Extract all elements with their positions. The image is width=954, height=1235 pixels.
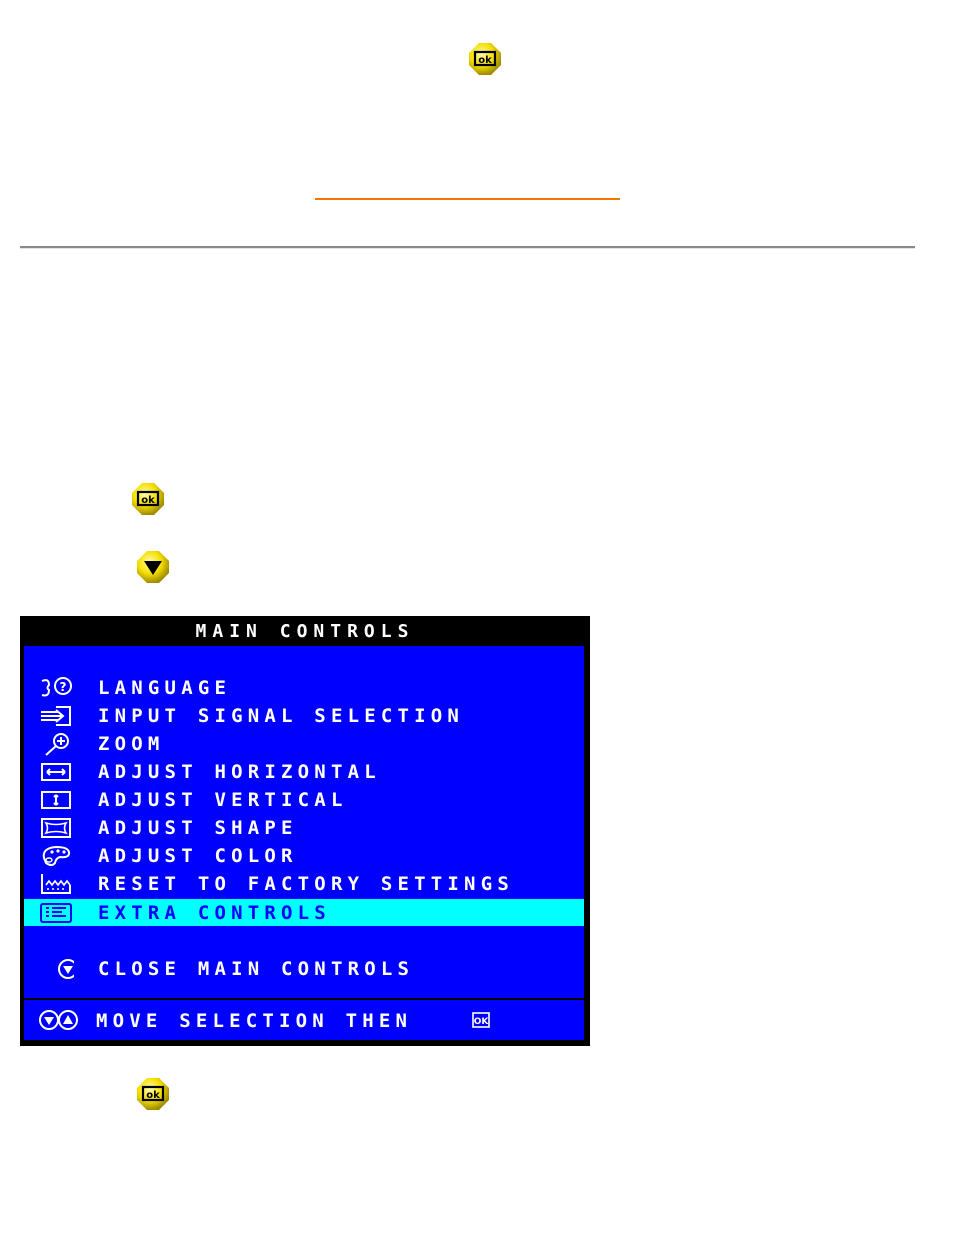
input-signal-icon bbox=[41, 706, 71, 726]
osd-item-extra-controls[interactable]: EXTRA CONTROLS bbox=[24, 899, 584, 926]
color-palette-icon bbox=[42, 845, 71, 866]
svg-text:ok: ok bbox=[146, 1090, 160, 1101]
osd-item-zoom[interactable]: ZOOM bbox=[24, 730, 584, 757]
osd-main-controls: MAIN CONTROLS ? LANGUAGE INPUT SIGNAL SE… bbox=[20, 616, 590, 1046]
ok-icon: OK bbox=[472, 1012, 490, 1028]
osd-item-adjust-shape[interactable]: ADJUST SHAPE bbox=[24, 814, 584, 841]
language-icon: ? bbox=[41, 677, 72, 697]
horizontal-icon bbox=[41, 763, 71, 781]
factory-reset-icon bbox=[41, 874, 71, 894]
osd-title: MAIN CONTROLS bbox=[195, 621, 415, 642]
osd-footer: MOVE SELECTION THEN OK bbox=[24, 1000, 584, 1040]
down-circle-icon bbox=[58, 959, 74, 979]
up-down-icon bbox=[39, 1010, 78, 1030]
osd-item-adjust-color[interactable]: ADJUST COLOR bbox=[24, 842, 584, 869]
link-underline[interactable] bbox=[315, 198, 620, 200]
horizontal-rule bbox=[20, 246, 915, 249]
osd-item-adjust-horizontal[interactable]: ADJUST HORIZONTAL bbox=[24, 758, 584, 785]
down-button-icon bbox=[137, 551, 169, 583]
ok-button-icon: ok bbox=[132, 483, 164, 515]
osd-item-input-signal-selection[interactable]: INPUT SIGNAL SELECTION bbox=[24, 702, 584, 729]
osd-item-adjust-vertical[interactable]: ADJUST VERTICAL bbox=[24, 786, 584, 813]
ok-button-icon: ok bbox=[137, 1078, 169, 1110]
osd-item-language[interactable]: ? LANGUAGE bbox=[24, 674, 584, 701]
zoom-icon bbox=[45, 733, 69, 756]
vertical-icon bbox=[41, 791, 71, 809]
svg-text:OK: OK bbox=[474, 1017, 490, 1027]
svg-text:?: ? bbox=[60, 680, 67, 694]
svg-text:ok: ok bbox=[141, 495, 155, 506]
svg-text:ok: ok bbox=[478, 55, 492, 66]
osd-menu: ? LANGUAGE INPUT SIGNAL SELECTION ZOOM A… bbox=[24, 646, 584, 998]
extra-controls-icon bbox=[40, 903, 72, 923]
osd-close-main-controls[interactable]: CLOSE MAIN CONTROLS bbox=[24, 955, 584, 982]
osd-item-reset-factory-settings[interactable]: RESET TO FACTORY SETTINGS bbox=[24, 870, 584, 897]
ok-button-icon: ok bbox=[469, 43, 501, 75]
shape-icon bbox=[41, 818, 71, 838]
